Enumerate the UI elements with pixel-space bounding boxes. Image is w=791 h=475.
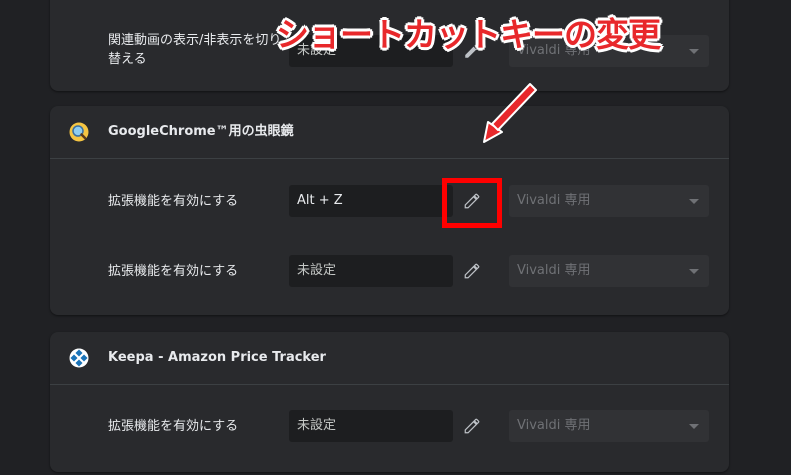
scope-select-value: Vivaldi 専用	[517, 263, 591, 278]
shortcut-input[interactable]: 未設定	[289, 255, 453, 287]
shortcut-input[interactable]: Alt + Z	[289, 185, 453, 217]
scope-select[interactable]: Vivaldi 専用	[509, 185, 709, 217]
annotation-title: ショートカットキーの変更	[276, 15, 661, 54]
pencil-icon	[464, 418, 480, 434]
extension-card-magnifier: GoogleChrome™用の虫眼鏡 拡張機能を有効にする Alt + Z Vi…	[50, 106, 729, 315]
extension-card-keepa: Keepa - Amazon Price Tracker 拡張機能を有効にする …	[50, 332, 729, 472]
edit-shortcut-button[interactable]	[460, 414, 484, 438]
annotation-highlight-box	[442, 178, 502, 228]
scope-select[interactable]: Vivaldi 専用	[509, 255, 709, 287]
card-header: GoogleChrome™用の虫眼鏡	[50, 106, 729, 159]
annotation-arrow-icon	[483, 83, 537, 143]
scope-select-value: Vivaldi 専用	[517, 193, 591, 208]
card-header: Keepa - Amazon Price Tracker	[50, 332, 729, 385]
shortcut-row: 拡張機能を有効にする 未設定 Vivaldi 専用	[50, 255, 729, 289]
scope-select[interactable]: Vivaldi 専用	[509, 410, 709, 442]
keepa-logo-icon	[69, 348, 89, 368]
command-label: 拡張機能を有効にする	[108, 419, 239, 434]
scope-select-value: Vivaldi 専用	[517, 418, 591, 433]
command-label: 拡張機能を有効にする	[108, 264, 239, 279]
chevron-down-icon	[689, 424, 699, 429]
pencil-icon	[464, 263, 480, 279]
magnifier-icon	[69, 122, 89, 142]
edit-shortcut-button[interactable]	[460, 259, 484, 283]
shortcut-row: 拡張機能を有効にする 未設定 Vivaldi 専用	[50, 410, 729, 444]
extension-title: GoogleChrome™用の虫眼鏡	[108, 124, 294, 139]
chevron-down-icon	[689, 199, 699, 204]
command-label: 関連動画の表示/非表示を切り替える	[108, 33, 282, 67]
command-label: 拡張機能を有効にする	[108, 194, 239, 209]
chevron-down-icon	[689, 269, 699, 274]
shortcut-row: 拡張機能を有効にする Alt + Z Vivaldi 専用	[50, 185, 729, 219]
shortcut-input[interactable]: 未設定	[289, 410, 453, 442]
extension-title: Keepa - Amazon Price Tracker	[108, 350, 326, 365]
chevron-down-icon	[689, 49, 699, 54]
